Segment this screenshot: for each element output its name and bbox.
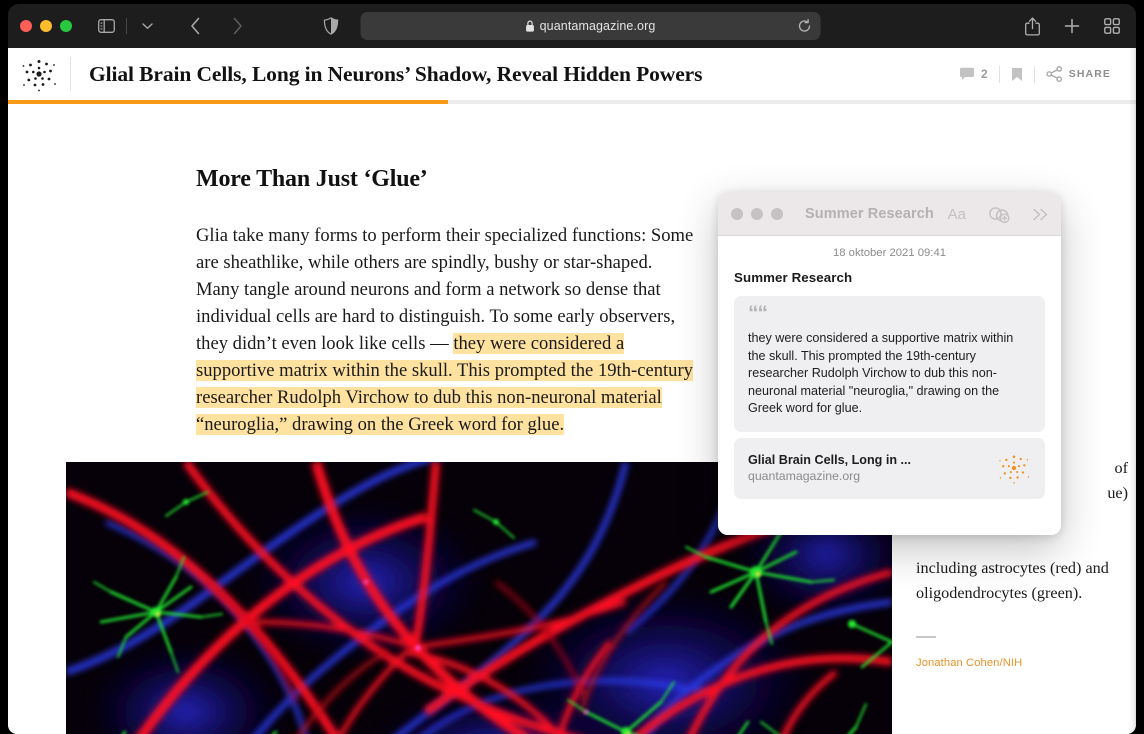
- toolbar-divider: [126, 18, 127, 34]
- note-heading: Summer Research: [734, 270, 853, 285]
- web-page-content: Glial Brain Cells, Long in Neurons’ Shad…: [8, 48, 1136, 734]
- quanta-magazine-logo[interactable]: [8, 54, 70, 94]
- header-divider: [70, 57, 71, 91]
- quanta-magazine-logo: [995, 449, 1033, 487]
- lock-icon: [526, 20, 535, 32]
- share-icon[interactable]: [1018, 13, 1046, 39]
- note-link-domain: quantamagazine.org: [748, 468, 861, 483]
- comment-count: 2: [981, 67, 988, 81]
- toolbar-right-actions: [1018, 13, 1126, 39]
- note-link-title: Glial Brain Cells, Long in ...: [748, 452, 912, 467]
- header-actions: 2 SHARE: [948, 65, 1122, 83]
- address-bar[interactable]: quantamagazine.org: [360, 12, 821, 40]
- back-arrow-icon[interactable]: [181, 13, 209, 39]
- chevron-double-right-icon[interactable]: [1032, 208, 1049, 221]
- notes-window-title: Summer Research: [805, 205, 934, 222]
- window-traffic-lights: [20, 20, 72, 32]
- figure-credit: Jonathan Cohen/NIH: [916, 657, 1023, 669]
- bookmark-icon: [1011, 67, 1023, 82]
- notes-body[interactable]: 18 oktober 2021 09:41 Summer Research ““…: [718, 236, 1061, 535]
- browser-window: quantamagazine.org Glial Brain Cells, Lo…: [8, 4, 1136, 734]
- share-icon: [1046, 66, 1063, 82]
- share-button[interactable]: SHARE: [1035, 66, 1122, 82]
- note-link-card[interactable]: Glial Brain Cells, Long in ... quantamag…: [734, 437, 1045, 499]
- comment-icon: [959, 67, 975, 81]
- page-title: Glial Brain Cells, Long in Neurons’ Shad…: [89, 61, 703, 86]
- screen: quantamagazine.org Glial Brain Cells, Lo…: [0, 0, 1144, 734]
- share-label: SHARE: [1068, 68, 1111, 80]
- note-quote-card[interactable]: ““ they were considered a supportive mat…: [734, 296, 1045, 432]
- plus-icon[interactable]: [1058, 13, 1086, 39]
- navigation-controls: [92, 13, 251, 39]
- article-paragraph: Glia take many forms to perform their sp…: [196, 222, 696, 438]
- note-quote-text: they were considered a supportive matrix…: [748, 331, 1014, 416]
- maximize-window-button[interactable]: [60, 20, 72, 32]
- quote-mark-icon: ““: [748, 302, 768, 325]
- privacy-shield-icon[interactable]: [323, 17, 339, 35]
- reload-icon[interactable]: [798, 19, 812, 33]
- notes-toolbar: Aa: [948, 192, 1049, 236]
- caption-rule: [916, 636, 936, 638]
- sidebar-toggle-icon[interactable]: [92, 13, 120, 39]
- notes-window[interactable]: Summer Research Aa 18 oktober 2021 09:41…: [718, 192, 1061, 535]
- url-text: quantamagazine.org: [539, 19, 656, 33]
- notes-titlebar[interactable]: Summer Research Aa: [718, 192, 1061, 236]
- comments-button[interactable]: 2: [948, 67, 999, 81]
- aa-format-icon[interactable]: Aa: [948, 206, 966, 223]
- chevron-down-icon[interactable]: [133, 13, 161, 39]
- bookmark-button[interactable]: [1000, 67, 1034, 82]
- notes-maximize-button[interactable]: [771, 207, 783, 220]
- note-link-meta: Glial Brain Cells, Long in ... quantamag…: [748, 453, 995, 483]
- forward-arrow-icon[interactable]: [223, 13, 251, 39]
- add-people-icon[interactable]: [988, 206, 1010, 223]
- close-window-button[interactable]: [20, 20, 32, 32]
- notes-traffic-lights: [731, 207, 783, 220]
- tab-overview-icon[interactable]: [1098, 13, 1126, 39]
- browser-toolbar: quantamagazine.org: [8, 4, 1136, 48]
- address-bar-area: quantamagazine.org: [323, 12, 821, 40]
- site-header: Glial Brain Cells, Long in Neurons’ Shad…: [8, 48, 1136, 100]
- section-heading: More Than Just ‘Glue’: [196, 166, 428, 192]
- notes-close-button[interactable]: [731, 207, 743, 220]
- notes-minimize-button[interactable]: [751, 207, 763, 220]
- minimize-window-button[interactable]: [40, 20, 52, 32]
- caption-visible-text: including astrocytes (red) and oligodend…: [916, 559, 1109, 602]
- note-timestamp: 18 oktober 2021 09:41: [832, 247, 947, 259]
